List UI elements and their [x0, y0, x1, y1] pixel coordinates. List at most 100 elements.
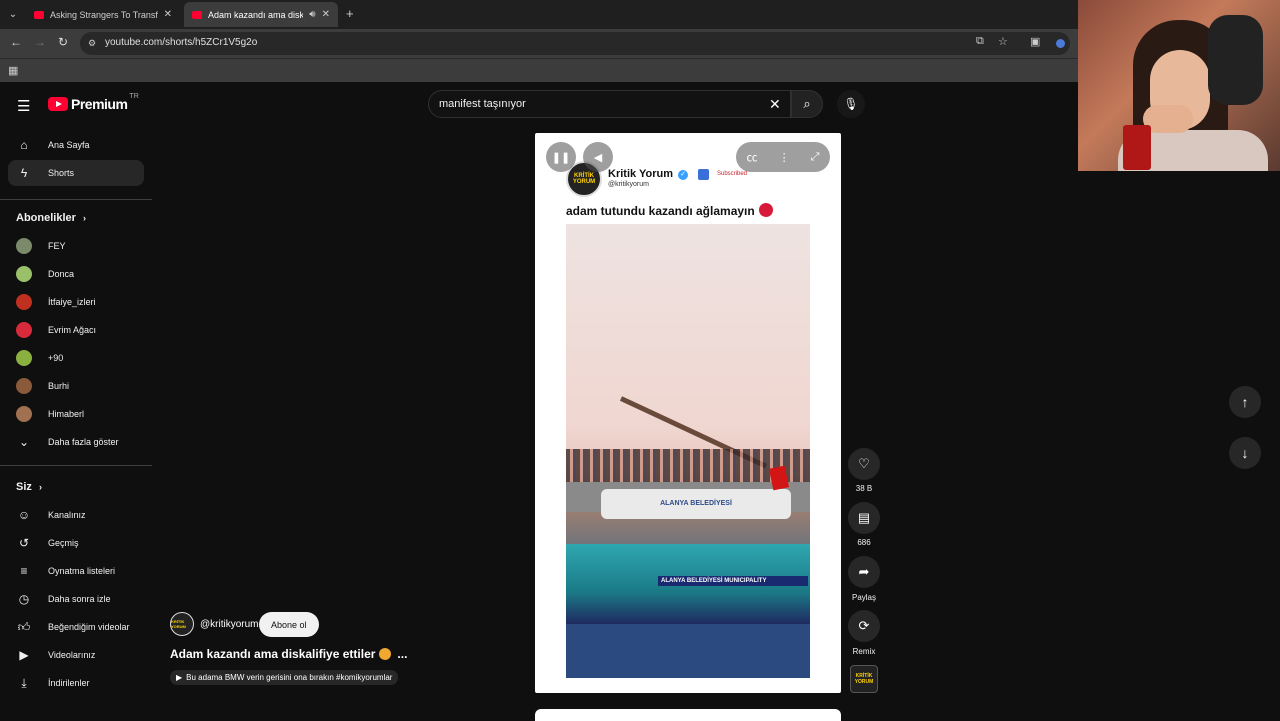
sidebar-item-sub-burhi[interactable]: Burhi — [8, 373, 144, 399]
apps-grid-icon[interactable]: ▦ — [8, 64, 18, 77]
video-frame[interactable]: ALANYA BELEDİYESİ ALANYA BELEDİYESİ MUNI… — [566, 224, 810, 678]
description-chip[interactable]: ▶ Bu adama BMW verin gerisini ona bırakın… — [170, 670, 399, 685]
like-button[interactable]: ♡ — [848, 448, 880, 480]
extension-icon[interactable]: ▣ — [1030, 35, 1040, 48]
back-icon[interactable]: ← — [10, 35, 22, 49]
next-short-card[interactable] — [535, 709, 841, 721]
next-short-button[interactable]: ↓ — [1229, 437, 1261, 469]
sidebar-item-label: Daha sonra izle — [48, 594, 111, 604]
previous-short-button[interactable]: ↑ — [1229, 386, 1261, 418]
subscribe-button[interactable]: Abone ol — [259, 612, 319, 637]
history-icon: ↺ — [18, 536, 30, 550]
clear-search-icon[interactable]: ✕ — [769, 96, 781, 113]
sidebar-item-home[interactable]: ⌂ Ana Sayfa — [8, 132, 144, 158]
fullscreen-icon[interactable]: ⤢ — [811, 151, 820, 164]
speaker-icon[interactable]: 🔊︎ — [309, 9, 315, 20]
youtube-favicon-icon — [34, 10, 44, 19]
install-icon[interactable]: ⧉ — [976, 35, 984, 48]
headphones-icon — [1208, 15, 1263, 105]
remix-label: Remix — [852, 647, 876, 656]
profile-icon[interactable] — [1056, 39, 1065, 48]
channel-avatar[interactable]: KRİTİK YORUM — [170, 612, 194, 636]
download-icon: ⤓ — [21, 675, 27, 690]
home-icon: ⌂ — [20, 138, 28, 152]
channel-name[interactable]: Kritik Yorum — [608, 168, 673, 180]
youtube-logo[interactable]: Premium TR — [48, 93, 139, 112]
channel-handle: @kritikyorum — [608, 181, 649, 188]
sidebar-item-watch-later[interactable]: ◷ Daha sonra izle — [8, 586, 144, 612]
search-field[interactable]: manifest taşınıyor ✕ — [428, 90, 791, 118]
avatar — [16, 350, 32, 366]
close-tab-icon[interactable]: ✕ — [164, 9, 172, 20]
sidebar-item-label: Beğendiğim videolar — [48, 622, 130, 632]
subscriptions-heading[interactable]: Abonelikler › — [16, 212, 86, 224]
bookmark-star-icon[interactable]: ☆ — [998, 35, 1008, 48]
share-icon: ➦ — [858, 564, 870, 579]
like-icon — [698, 169, 709, 180]
sidebar-item-history[interactable]: ↺ Geçmiş — [8, 530, 144, 556]
webcam-overlay — [1078, 0, 1280, 171]
sidebar-item-label: Kanalınız — [48, 510, 86, 520]
sidebar-item-your-channel[interactable]: ☺ Kanalınız — [8, 502, 144, 528]
sidebar-item-downloads[interactable]: ⤓ İndirilenler — [8, 670, 144, 696]
share-button[interactable]: ➦ — [848, 556, 880, 588]
close-tab-icon[interactable]: ✕ — [322, 9, 330, 20]
boat-roof: ALANYA BELEDİYESİ — [601, 489, 791, 519]
sidebar-item-label: +90 — [48, 353, 64, 363]
volume-icon: ◀ — [593, 151, 603, 164]
shorts-icon: ϟ — [20, 166, 28, 180]
avatar — [16, 266, 32, 282]
volume-button[interactable]: ◀ — [583, 142, 613, 172]
avatar — [16, 238, 32, 254]
browser-tab-2[interactable]: Adam kazandı ama diskalifi 🔊︎ ✕ — [184, 2, 338, 27]
captions-icon[interactable]: ㏄ — [747, 149, 758, 165]
pause-button[interactable]: ❚❚ — [546, 142, 576, 172]
search-button[interactable]: ⌕ — [791, 90, 823, 118]
remix-button[interactable]: ⟳ — [848, 610, 880, 642]
url-field[interactable]: ⚙ youtube.com/shorts/h5ZCr1V5g2o — [80, 32, 1070, 55]
arrow-up-icon: ↑ — [1241, 394, 1249, 410]
channel-handle[interactable]: @kritikyorum — [200, 619, 259, 630]
tab-title: Asking Strangers To Transform — [50, 9, 158, 20]
address-bar-row: ← → ↻ ⚙ youtube.com/shorts/h5ZCr1V5g2o ⧉… — [0, 29, 1078, 58]
reload-icon[interactable]: ↻ — [58, 35, 68, 49]
clock-icon: ◷ — [18, 592, 30, 606]
show-more-button[interactable]: ⌄ Daha fazla göster — [8, 429, 144, 455]
voice-search-button[interactable]: 🎙︎ — [837, 90, 865, 118]
comment-icon: ▤ — [857, 510, 871, 525]
sound-avatar[interactable]: KRİTİK YORUM — [850, 665, 878, 693]
you-heading[interactable]: Siz › — [16, 481, 42, 493]
site-info-icon[interactable]: ⚙ — [88, 38, 96, 49]
forward-icon[interactable]: → — [34, 35, 46, 49]
sidebar-item-liked-videos[interactable]: 👍︎ Beğendiğim videolar — [8, 614, 144, 640]
sidebar-item-sub-himaberl[interactable]: Himaberl — [8, 401, 144, 427]
sidebar-item-sub-plus90[interactable]: +90 — [8, 345, 144, 371]
sidebar-item-shorts[interactable]: ϟ Shorts — [8, 160, 144, 186]
sidebar: ⌂ Ana Sayfa ϟ Shorts Abonelikler › FEY D… — [0, 131, 152, 720]
sidebar-item-label: Daha fazla göster — [48, 437, 119, 447]
logo-text: Premium — [71, 96, 128, 112]
comments-button[interactable]: ▤ — [848, 502, 880, 534]
sidebar-item-label: İtfaiye_izleri — [48, 297, 96, 307]
sidebar-item-playlists[interactable]: ≡ Oynatma listeleri — [8, 558, 144, 584]
browser-tab-1[interactable]: Asking Strangers To Transform ✕ — [26, 2, 180, 27]
search-input[interactable]: manifest taşınıyor — [439, 98, 526, 110]
play-icon: ▶ — [176, 673, 183, 682]
boat-side-label: ALANYA BELEDİYESİ MUNICIPALITY — [658, 576, 808, 586]
tab-search-icon[interactable]: ⌄ — [4, 5, 22, 23]
shorts-player[interactable]: KRİTİK YORUM Kritik Yorum ✓ @kritikyorum… — [535, 133, 841, 693]
sidebar-item-sub-evrim[interactable]: Evrim Ağacı — [8, 317, 144, 343]
new-tab-button[interactable]: + — [346, 6, 354, 21]
sidebar-item-sub-itfaiye[interactable]: İtfaiye_izleri — [8, 289, 144, 315]
more-options-icon[interactable]: ⋮ — [779, 151, 790, 164]
sidebar-item-label: Videolarınız — [48, 650, 96, 660]
chevron-right-icon: › — [38, 482, 42, 492]
sidebar-item-sub-fey[interactable]: FEY — [8, 233, 144, 259]
sidebar-item-sub-donca[interactable]: Donca — [8, 261, 144, 287]
more-text[interactable]: ... — [397, 647, 407, 661]
video-title[interactable]: Adam kazandı ama diskalifiye ettiler... — [170, 647, 407, 661]
sidebar-item-your-videos[interactable]: ▶ Videolarınız — [8, 642, 144, 668]
player-controls-right: ㏄ ⋮ ⤢ — [736, 142, 830, 172]
avatar — [16, 294, 32, 310]
menu-icon[interactable]: ☰ — [17, 97, 30, 115]
